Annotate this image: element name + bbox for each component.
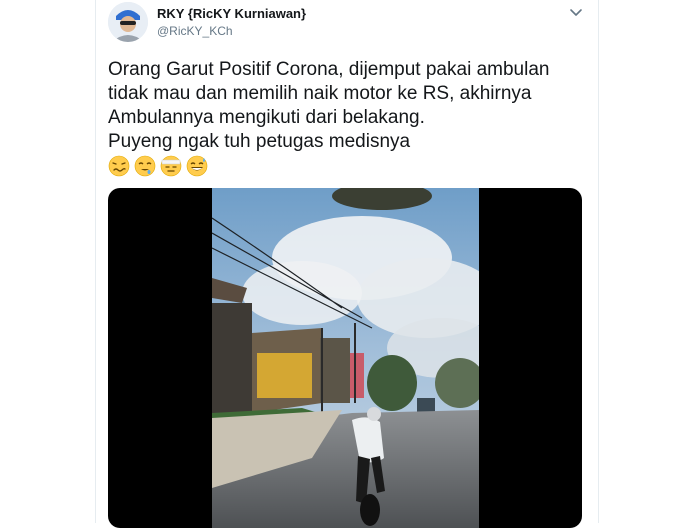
drooling-face-icon <box>134 155 156 177</box>
video-player[interactable] <box>108 188 582 528</box>
tweet-text-line: Puyeng ngak tuh petugas medisnya <box>108 131 411 152</box>
avatar[interactable] <box>108 2 148 42</box>
tweet-text-line: tidak mau dan memilih naik motor ke RS, … <box>108 83 532 104</box>
avatar-image <box>108 2 148 42</box>
video-thumbnail <box>212 188 479 528</box>
user-handle[interactable]: @RicKY_KCh <box>157 24 233 38</box>
tweet-text: Orang Garut Positif Corona, dijemput pak… <box>108 58 578 154</box>
emoji-row <box>108 155 208 179</box>
tweet-text-line: Ambulannya mengikuti dari belakang. <box>108 107 425 128</box>
woozy-face-icon <box>108 155 130 177</box>
display-name[interactable]: RKY {RicKY Kurniawan} <box>157 6 306 21</box>
video-frame <box>212 188 479 528</box>
grinning-sweat-face-icon <box>186 155 208 177</box>
tweet-text-line: Orang Garut Positif Corona, dijemput pak… <box>108 59 550 80</box>
bandage-face-icon <box>160 155 182 177</box>
chevron-down-icon[interactable] <box>568 4 584 20</box>
